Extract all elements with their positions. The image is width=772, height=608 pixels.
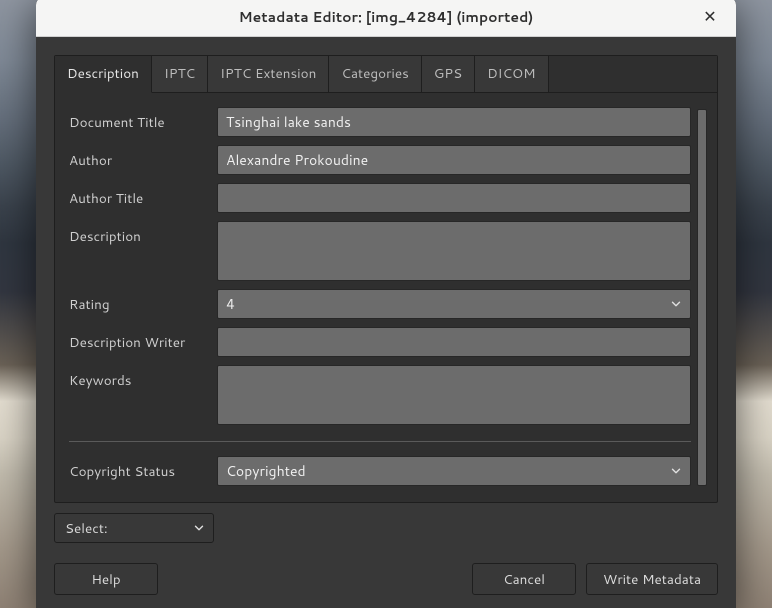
button-row: Help Cancel Write Metadata <box>54 563 718 595</box>
cancel-button[interactable]: Cancel <box>472 563 576 595</box>
textarea-description[interactable] <box>217 221 691 281</box>
label-author-title: Author Title <box>69 183 209 208</box>
label-author: Author <box>69 145 209 170</box>
tabs-container: Description IPTC IPTC Extension Categori… <box>54 55 718 503</box>
lower-select-row <box>54 513 718 543</box>
titlebar: Metadata Editor: [img_4284] (imported) ✕ <box>36 0 736 37</box>
tabs-bar: Description IPTC IPTC Extension Categori… <box>55 56 717 93</box>
input-document-title[interactable] <box>217 107 691 137</box>
metadata-editor-dialog: Metadata Editor: [img_4284] (imported) ✕… <box>36 0 736 608</box>
write-metadata-button[interactable]: Write Metadata <box>586 563 718 595</box>
fields-grid: Document Title Author Author Title Descr… <box>69 107 691 486</box>
tab-categories[interactable]: Categories <box>329 56 421 92</box>
tab-iptc-extension[interactable]: IPTC Extension <box>208 56 329 92</box>
tab-description[interactable]: Description <box>55 56 152 93</box>
label-document-title: Document Title <box>69 107 209 132</box>
dialog-title: Metadata Editor: [img_4284] (imported) <box>239 7 534 27</box>
tab-iptc[interactable]: IPTC <box>152 56 208 92</box>
select-rating[interactable] <box>217 289 691 319</box>
label-description-writer: Description Writer <box>69 327 209 352</box>
close-icon[interactable]: ✕ <box>696 0 724 36</box>
tab-panel-description: Document Title Author Author Title Descr… <box>55 93 717 488</box>
input-description-writer[interactable] <box>217 327 691 357</box>
help-button[interactable]: Help <box>54 563 158 595</box>
input-author-title[interactable] <box>217 183 691 213</box>
label-keywords: Keywords <box>69 365 209 390</box>
tab-gps[interactable]: GPS <box>422 56 475 92</box>
label-description: Description <box>69 221 209 246</box>
input-author[interactable] <box>217 145 691 175</box>
select-copyright-status[interactable] <box>217 456 691 486</box>
scrollbar[interactable] <box>697 109 707 486</box>
dialog-content: Description IPTC IPTC Extension Categori… <box>36 37 736 608</box>
separator <box>69 441 691 442</box>
tab-dicom[interactable]: DICOM <box>475 56 549 92</box>
textarea-keywords[interactable] <box>217 365 691 425</box>
label-rating: Rating <box>69 289 209 314</box>
select-action[interactable] <box>54 513 214 543</box>
label-copyright-status: Copyright Status <box>69 456 209 481</box>
